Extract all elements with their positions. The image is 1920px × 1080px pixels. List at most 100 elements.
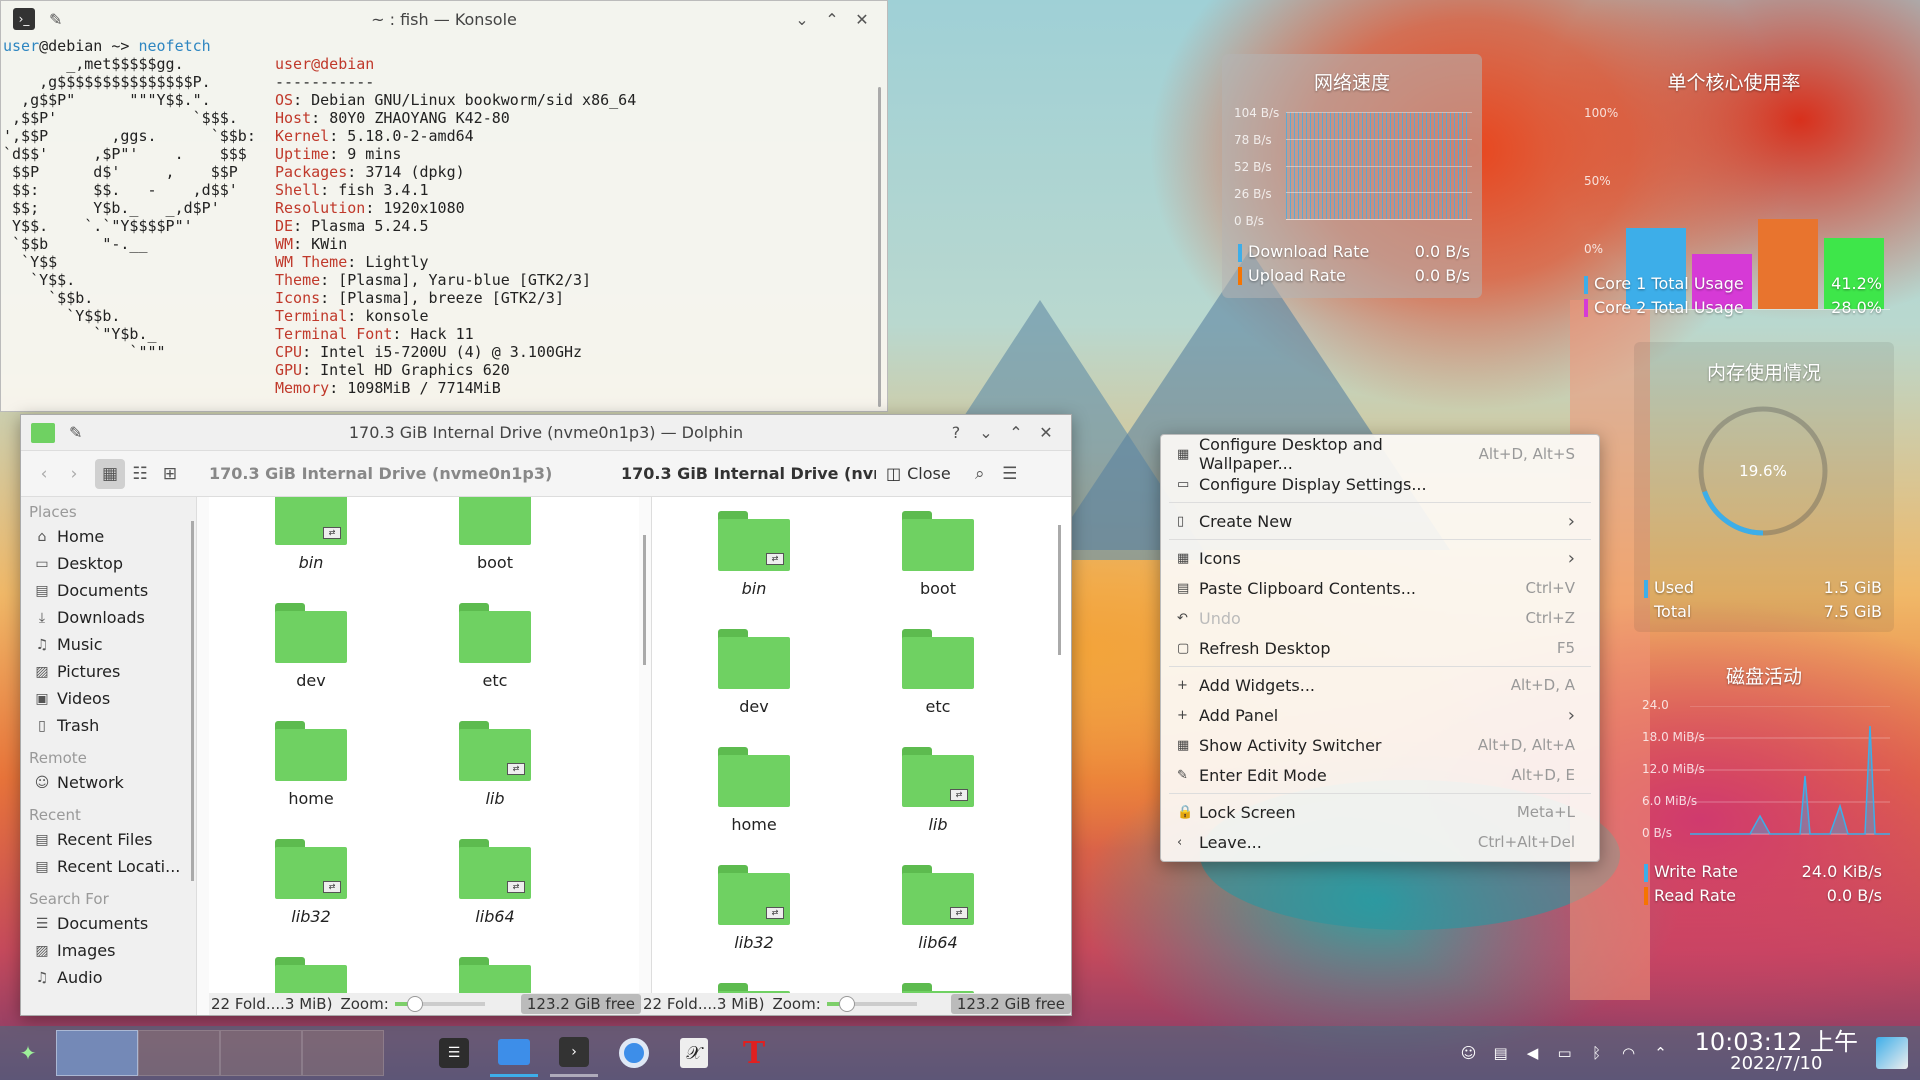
- terminal-output[interactable]: user@debian ~> neofetch _,met$$$$$gg. ,g…: [3, 37, 636, 397]
- menu-item-configure-desktop-and-wallpaper[interactable]: ▦ Configure Desktop and Wallpaper... Alt+D…: [1161, 435, 1599, 473]
- maximize-button[interactable]: ⌃: [1001, 418, 1031, 448]
- places-item-pictures[interactable]: ▨ Pictures: [21, 658, 196, 685]
- compact-view-button[interactable]: ☷: [125, 459, 155, 489]
- menu-item-enter-edit-mode[interactable]: ✎ Enter Edit Mode Alt+D, E: [1161, 760, 1599, 790]
- close-button[interactable]: ✕: [1031, 418, 1061, 448]
- forward-button[interactable]: ›: [59, 459, 89, 489]
- places-item-recent-files[interactable]: ▤ Recent Files: [21, 826, 196, 853]
- places-item-downloads[interactable]: ⤓ Downloads: [21, 604, 196, 631]
- wifi-icon[interactable]: ◠: [1615, 1039, 1643, 1067]
- places-item-documents[interactable]: ☰ Documents: [21, 910, 196, 937]
- network-speed-widget[interactable]: 网络速度 104 B/s 78 B/s 52 B/s 26 B/s 0 B/s Down…: [1222, 54, 1482, 298]
- user-switch-icon[interactable]: ☺: [1455, 1039, 1483, 1067]
- virtual-desktop-1[interactable]: [56, 1030, 138, 1076]
- folder-item[interactable]: ⇄ lib32: [694, 865, 814, 952]
- maximize-button[interactable]: ⌃: [817, 4, 847, 34]
- menu-item-paste-clipboard-contents[interactable]: ▤ Paste Clipboard Contents... Ctrl+V: [1161, 573, 1599, 603]
- menu-item-add-panel[interactable]: + Add Panel ›: [1161, 700, 1599, 730]
- virtual-desktop-3[interactable]: [220, 1030, 302, 1076]
- memory-widget[interactable]: 内存使用情况 19.6% Used 1.5 GiB Total 7.5 GiB: [1634, 342, 1894, 632]
- pin-icon[interactable]: ✎: [49, 10, 62, 29]
- menu-item-create-new[interactable]: ▯ Create New ›: [1161, 506, 1599, 536]
- clipboard-icon[interactable]: ▤: [1487, 1039, 1515, 1067]
- folder-item[interactable]: etc: [878, 629, 998, 716]
- show-desktop-icon[interactable]: [1876, 1037, 1908, 1069]
- battery-icon[interactable]: ▭: [1551, 1039, 1579, 1067]
- folder-item[interactable]: [878, 983, 998, 993]
- places-item-home[interactable]: ⌂ Home: [21, 523, 196, 550]
- places-item-music[interactable]: ♫ Music: [21, 631, 196, 658]
- places-item-desktop[interactable]: ▭ Desktop: [21, 550, 196, 577]
- places-item-network[interactable]: ☺ Network: [21, 769, 196, 796]
- minimize-button[interactable]: ⌄: [787, 4, 817, 34]
- disk-activity-widget[interactable]: 磁盘活动 24.0 18.0 MiB/s 12.0 MiB/s 6.0 MiB/s 0 …: [1634, 652, 1894, 922]
- folder-item[interactable]: home: [251, 721, 371, 808]
- left-breadcrumb[interactable]: 170.3 GiB Internal Drive (nvme0n1p3): [209, 464, 609, 483]
- places-item-trash[interactable]: ▯ Trash: [21, 712, 196, 739]
- right-pane-scrollbar[interactable]: [1058, 525, 1061, 655]
- bluetooth-icon[interactable]: ᛒ: [1583, 1039, 1611, 1067]
- menu-item-add-widgets[interactable]: + Add Widgets... Alt+D, A: [1161, 670, 1599, 700]
- details-view-button[interactable]: ⊞: [155, 459, 185, 489]
- folder-item[interactable]: boot: [435, 497, 555, 572]
- cpu-core-widget[interactable]: 单个核心使用率 100% 50% 0% Core 1 Total Usage 41.2…: [1574, 54, 1894, 324]
- right-breadcrumb[interactable]: 170.3 GiB Internal Drive (nvme0: [621, 464, 876, 483]
- pin-icon[interactable]: ✎: [69, 423, 82, 442]
- places-item-recent-locati-[interactable]: ▤ Recent Locati...: [21, 853, 196, 880]
- search-button[interactable]: ⌕: [965, 459, 995, 489]
- folder-item[interactable]: ⇄ bin: [251, 497, 371, 572]
- places-item-videos[interactable]: ▣ Videos: [21, 685, 196, 712]
- close-split-button[interactable]: ◫ Close: [886, 464, 951, 483]
- folder-item[interactable]: ⇄ lib: [878, 747, 998, 834]
- folder-item[interactable]: [435, 957, 555, 993]
- digital-clock[interactable]: 10:03:12 上午 2022/7/10: [1695, 1030, 1858, 1075]
- virtual-desktop-4[interactable]: [302, 1030, 384, 1076]
- left-pane-scrollbar[interactable]: [643, 535, 646, 665]
- zoom-slider[interactable]: [394, 996, 485, 1012]
- left-file-pane[interactable]: ⇄ bin boot dev etc home ⇄ lib ⇄ lib32 ⇄ lib64: [209, 497, 639, 993]
- virtual-desktop-2[interactable]: [138, 1030, 220, 1076]
- folder-item[interactable]: ⇄ lib64: [435, 839, 555, 926]
- places-scrollbar[interactable]: [191, 521, 194, 881]
- menu-item-lock-screen[interactable]: 🔒 Lock Screen Meta+L: [1161, 797, 1599, 827]
- folder-item[interactable]: dev: [251, 603, 371, 690]
- places-item-documents[interactable]: ▤ Documents: [21, 577, 196, 604]
- konsole-titlebar[interactable]: ›_ ✎ ~ : fish — Konsole ⌄ ⌃ ✕: [1, 1, 887, 37]
- folder-item[interactable]: ⇄ lib32: [251, 839, 371, 926]
- right-file-pane[interactable]: ⇄ bin boot dev etc home ⇄ lib ⇄ lib32 ⇄ lib64: [651, 497, 1071, 993]
- icons-view-button[interactable]: ▦: [95, 458, 125, 489]
- dolphin-window[interactable]: ✎ 170.3 GiB Internal Drive (nvme0n1p3) —…: [20, 414, 1072, 1016]
- folder-item[interactable]: ⇄ bin: [694, 511, 814, 598]
- dolphin-titlebar[interactable]: ✎ 170.3 GiB Internal Drive (nvme0n1p3) —…: [21, 415, 1071, 451]
- zoom-slider[interactable]: [826, 996, 917, 1012]
- tray-expand-icon[interactable]: ⌃: [1647, 1039, 1675, 1067]
- folder-item[interactable]: etc: [435, 603, 555, 690]
- folder-item[interactable]: [251, 957, 371, 993]
- dolphin-app-icon[interactable]: [31, 422, 55, 443]
- app-launcher-icon[interactable]: ✦: [4, 1029, 52, 1077]
- menu-item-configure-display-settings[interactable]: ▭ Configure Display Settings...: [1161, 469, 1599, 499]
- menu-item-refresh-desktop[interactable]: ▢ Refresh Desktop F5: [1161, 633, 1599, 663]
- minimize-button[interactable]: ⌄: [971, 418, 1001, 448]
- menu-item-icons[interactable]: ▦ Icons ›: [1161, 543, 1599, 573]
- konsole-app-icon[interactable]: ›_: [13, 8, 35, 30]
- menu-item-leave[interactable]: ‹ Leave... Ctrl+Alt+Del: [1161, 827, 1599, 857]
- xournal-icon[interactable]: 𝒳: [670, 1029, 718, 1077]
- places-item-images[interactable]: ▨ Images: [21, 937, 196, 964]
- folder-item[interactable]: home: [694, 747, 814, 834]
- close-button[interactable]: ✕: [847, 4, 877, 34]
- folder-item[interactable]: ⇄ lib: [435, 721, 555, 808]
- konsole-task-icon[interactable]: ›: [550, 1029, 598, 1077]
- hamburger-menu-button[interactable]: ☰: [995, 459, 1025, 489]
- konsole-window[interactable]: ›_ ✎ ~ : fish — Konsole ⌄ ⌃ ✕ user@debia…: [0, 0, 888, 412]
- folder-item[interactable]: ⇄ lib64: [878, 865, 998, 952]
- terminal-scrollbar[interactable]: [878, 87, 881, 407]
- chromium-icon[interactable]: [610, 1029, 658, 1077]
- dolphin-task-icon[interactable]: [490, 1029, 538, 1077]
- places-item-audio[interactable]: ♫ Audio: [21, 964, 196, 991]
- system-settings-icon[interactable]: ☰: [430, 1029, 478, 1077]
- typora-icon[interactable]: T: [730, 1029, 778, 1077]
- back-button[interactable]: ‹: [29, 459, 59, 489]
- volume-icon[interactable]: ◀: [1519, 1039, 1547, 1067]
- folder-item[interactable]: dev: [694, 629, 814, 716]
